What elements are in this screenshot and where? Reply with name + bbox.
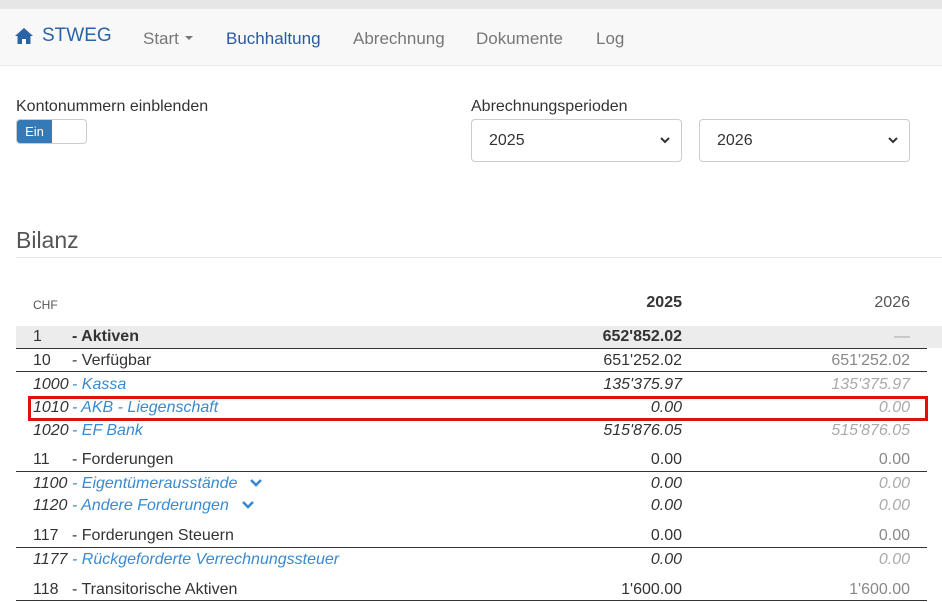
row-number: 1120 [33,497,68,514]
row-name: - Forderungen [72,451,174,468]
row-value-2025: 0.00 [650,497,682,514]
row-value-2025: 1'600.00 [621,581,682,598]
row-divider [16,348,927,349]
brand-link[interactable]: STWEG [14,25,112,47]
account-link-andere-forderungen[interactable]: - Andere Forderungen [72,497,255,515]
row-divider [16,547,927,548]
row-value-2026: — [894,328,910,345]
navbar: STWEG Start Buchhaltung Abrechnung Dokum… [0,9,942,66]
col-2026-header: 2026 [874,294,910,311]
account-link-eigentuemerausstaende[interactable]: - Eigentümerausstände [72,475,263,493]
period-to-value: 2026 [717,131,753,149]
row-number: 118 [33,581,59,598]
nav-dokumente[interactable]: Dokumente [476,29,563,49]
row-value-2026: 651'252.02 [831,352,910,369]
aktiven-row-background [16,326,942,348]
caret-down-icon [184,35,193,40]
row-value-2026: 0.00 [878,527,910,544]
browser-top-strip [0,0,942,9]
table-header: CHF 2025 2026 [16,294,927,314]
account-link-kassa[interactable]: - Kassa [72,376,126,394]
row-name: - Verfügbar [72,352,152,369]
row-number: 1000 [33,376,69,393]
row-value-2026: 1'600.00 [849,581,910,598]
row-value-2026: 0.00 [878,475,910,492]
row-value-2026: 0.00 [878,497,910,514]
brand-label: STWEG [42,25,112,46]
row-number: 1 [33,328,42,345]
row-value-2025: 652'852.02 [602,328,682,345]
row-value-2026: 0.00 [878,451,910,468]
section-divider [16,257,942,258]
nav-start[interactable]: Start [143,29,193,49]
row-value-2025: 651'252.02 [603,352,682,369]
toggle-on-label: Ein [17,120,52,143]
row-divider [16,600,927,601]
row-number: 117 [33,527,59,544]
row-name: - Aktiven [72,328,139,345]
row-number: 1020 [33,422,69,439]
row-name: - Forderungen Steuern [72,527,234,544]
chevron-down-icon[interactable] [249,478,263,488]
row-number: 10 [33,352,51,369]
nav-abrechnung[interactable]: Abrechnung [353,29,445,49]
period-to-select[interactable]: 2026 [699,119,910,162]
nav-buchhaltung[interactable]: Buchhaltung [226,29,321,49]
row-number: 1177 [33,551,68,568]
currency-label: CHF [33,298,58,312]
row-divider [16,471,927,472]
nav-log[interactable]: Log [596,29,624,49]
row-value-2025: 515'876.05 [603,422,682,439]
period-from-select[interactable]: 2025 [471,119,682,162]
period-from-value: 2025 [489,131,525,149]
account-link-ef-bank[interactable]: - EF Bank [72,422,143,440]
row-value-2026: 515'876.05 [831,422,910,439]
row-value-2026: 0.00 [878,551,910,568]
section-title: Bilanz [16,227,79,253]
chevron-down-icon[interactable] [241,500,255,510]
row-value-2025: 0.00 [650,451,682,468]
row-number: 1100 [33,475,68,492]
row-name: - Eigentümerausstände [72,475,238,492]
row-number: 11 [33,451,50,468]
row-value-2026: 135'375.97 [831,376,910,393]
row-name: - Transitorische Aktiven [72,581,238,598]
nav-start-label: Start [143,29,179,48]
chevron-down-icon [888,137,898,144]
highlight-box [28,396,928,421]
row-value-2025: 0.00 [650,475,682,492]
account-numbers-label: Kontonummern einblenden [16,98,209,115]
chevron-down-icon [660,137,670,144]
row-name: - Andere Forderungen [72,497,229,514]
col-2025-header: 2025 [646,294,682,311]
row-value-2025: 0.00 [650,527,682,544]
row-value-2025: 135'375.97 [603,376,682,393]
row-divider [16,371,927,372]
home-icon [15,28,33,44]
account-link-rueckgeforderte-verrechnungssteuer[interactable]: - Rückgeforderte Verrechnungssteuer [72,551,339,569]
periods-label: Abrechnungsperioden [471,98,628,115]
account-numbers-toggle[interactable]: Ein [16,119,87,144]
row-value-2025: 0.00 [650,551,682,568]
